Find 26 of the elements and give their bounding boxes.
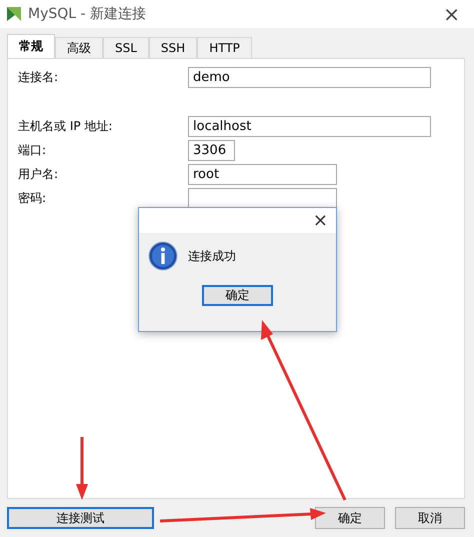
input-field[interactable]: 3306 bbox=[188, 140, 235, 161]
input-field[interactable]: demo bbox=[188, 67, 431, 88]
input-field[interactable] bbox=[188, 188, 337, 209]
ok-button[interactable]: 确定 bbox=[202, 285, 273, 306]
field-label: 主机名或 IP 地址: bbox=[18, 118, 114, 135]
dialog-button[interactable]: 连接测试 bbox=[7, 507, 154, 529]
app-logo-icon bbox=[6, 6, 22, 22]
info-icon bbox=[148, 241, 178, 271]
dialog-button[interactable]: 取消 bbox=[395, 507, 465, 529]
tab[interactable]: HTTP bbox=[197, 37, 252, 58]
field-label: 密码: bbox=[18, 190, 48, 207]
field-label: 用户名: bbox=[18, 166, 60, 183]
dialog-button[interactable]: 确定 bbox=[315, 507, 385, 529]
field-label: 连接名: bbox=[18, 69, 60, 86]
dialog-message: 连接成功 bbox=[188, 248, 236, 264]
close-button[interactable]: × bbox=[437, 2, 466, 26]
input-field[interactable]: localhost bbox=[188, 116, 431, 137]
input-field[interactable]: root bbox=[188, 164, 337, 185]
tab[interactable]: SSH bbox=[148, 37, 198, 58]
tab[interactable]: 高级 bbox=[55, 37, 103, 58]
tab[interactable]: SSL bbox=[103, 37, 149, 58]
window-title: MySQL - 新建连接 bbox=[28, 5, 148, 23]
tab[interactable]: 常规 bbox=[7, 34, 55, 58]
field-label: 端口: bbox=[18, 142, 48, 159]
annotation-arrow bbox=[76, 437, 88, 500]
close-button[interactable]: × bbox=[312, 210, 328, 231]
